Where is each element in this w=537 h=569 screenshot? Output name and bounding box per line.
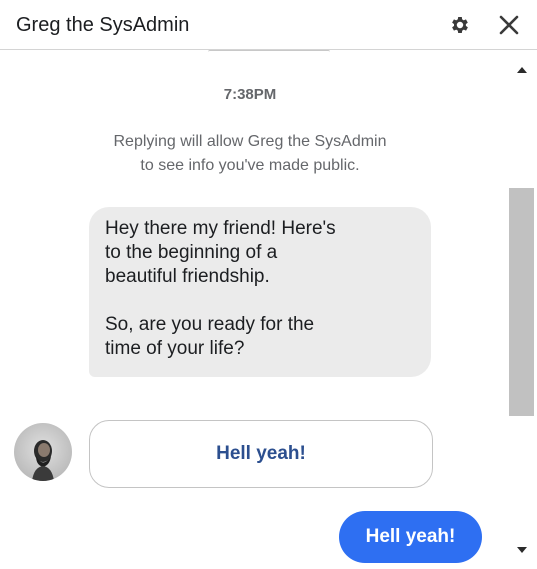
avatar-photo-icon <box>32 440 54 481</box>
close-icon <box>499 15 519 35</box>
incoming-message-bubble: Hey there my friend! Here's to the begin… <box>89 207 431 377</box>
incoming-message-paragraph: Hey there my friend! Here's to the begin… <box>105 218 336 287</box>
message-timestamp: 7:38PM <box>223 86 277 103</box>
close-button[interactable] <box>495 11 523 39</box>
privacy-notice: Replying will allow Greg the SysAdmin to… <box>113 133 387 174</box>
arrow-down-icon <box>516 547 527 553</box>
avatar[interactable] <box>14 423 72 481</box>
scroll-up-button[interactable] <box>506 58 537 82</box>
outgoing-message-bubble: Hell yeah! <box>339 511 482 563</box>
scroll-down-button[interactable] <box>506 538 537 562</box>
chat-title: Greg the SysAdmin <box>16 14 190 36</box>
chat-window: Greg the SysAdmin 7:38PM Replying will a… <box>0 0 537 569</box>
gear-icon <box>452 17 468 33</box>
scrollbar[interactable] <box>506 50 537 569</box>
settings-button[interactable] <box>446 11 474 39</box>
scrollbar-thumb[interactable] <box>509 188 534 416</box>
incoming-message-paragraph: So, are you ready for the time of your l… <box>105 314 315 359</box>
arrow-up-icon <box>516 67 527 73</box>
quick-reply-button[interactable]: Hell yeah! <box>89 420 433 488</box>
message-list: 7:38PM Replying will allow Greg the SysA… <box>0 50 537 569</box>
chat-header: Greg the SysAdmin <box>0 0 537 50</box>
previous-content-edge <box>208 50 330 55</box>
